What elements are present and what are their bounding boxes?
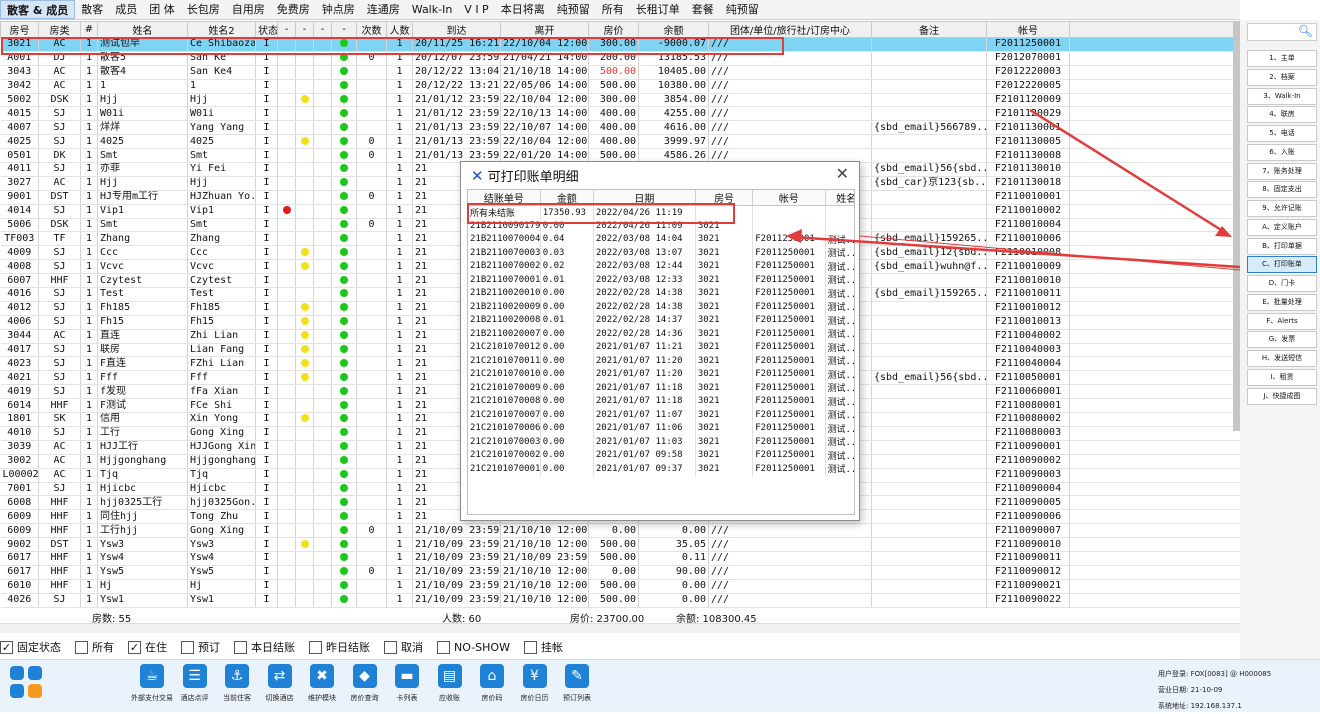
user-login: 用户登录: FOX[0083] @ H000085 — [1158, 670, 1272, 678]
dock-icon: ✖ — [310, 664, 334, 688]
user-info: 用户登录: FOX[0083] @ H000085 营业日期: 21-10-09… — [1158, 666, 1271, 714]
dock-icon: ▤ — [437, 664, 462, 688]
dock-icon: ▬ — [395, 664, 419, 688]
business-date: 营业日期: 21-10-09 — [1158, 686, 1223, 694]
dock-icon: ⚓ — [225, 664, 249, 688]
app-logo-icon — [10, 666, 42, 698]
dock-icon: ☕ — [140, 664, 164, 688]
dock-icon: ⌂ — [480, 664, 504, 688]
dock-icon: ¥ — [522, 664, 547, 688]
dock-icon: ⇄ — [267, 664, 292, 688]
bottom-dock: 用户登录: FOX[0083] @ H000085 营业日期: 21-10-09… — [0, 659, 1320, 712]
dock-icon: ◆ — [352, 664, 377, 688]
dock-item[interactable]: ✎ 预订列表 — [549, 664, 605, 703]
dock-icon: ☰ — [182, 664, 207, 688]
dock-label: 预订列表 — [563, 694, 591, 702]
dock-icon: ✎ — [565, 664, 589, 688]
annotation-arrows — [786, 108, 1241, 271]
